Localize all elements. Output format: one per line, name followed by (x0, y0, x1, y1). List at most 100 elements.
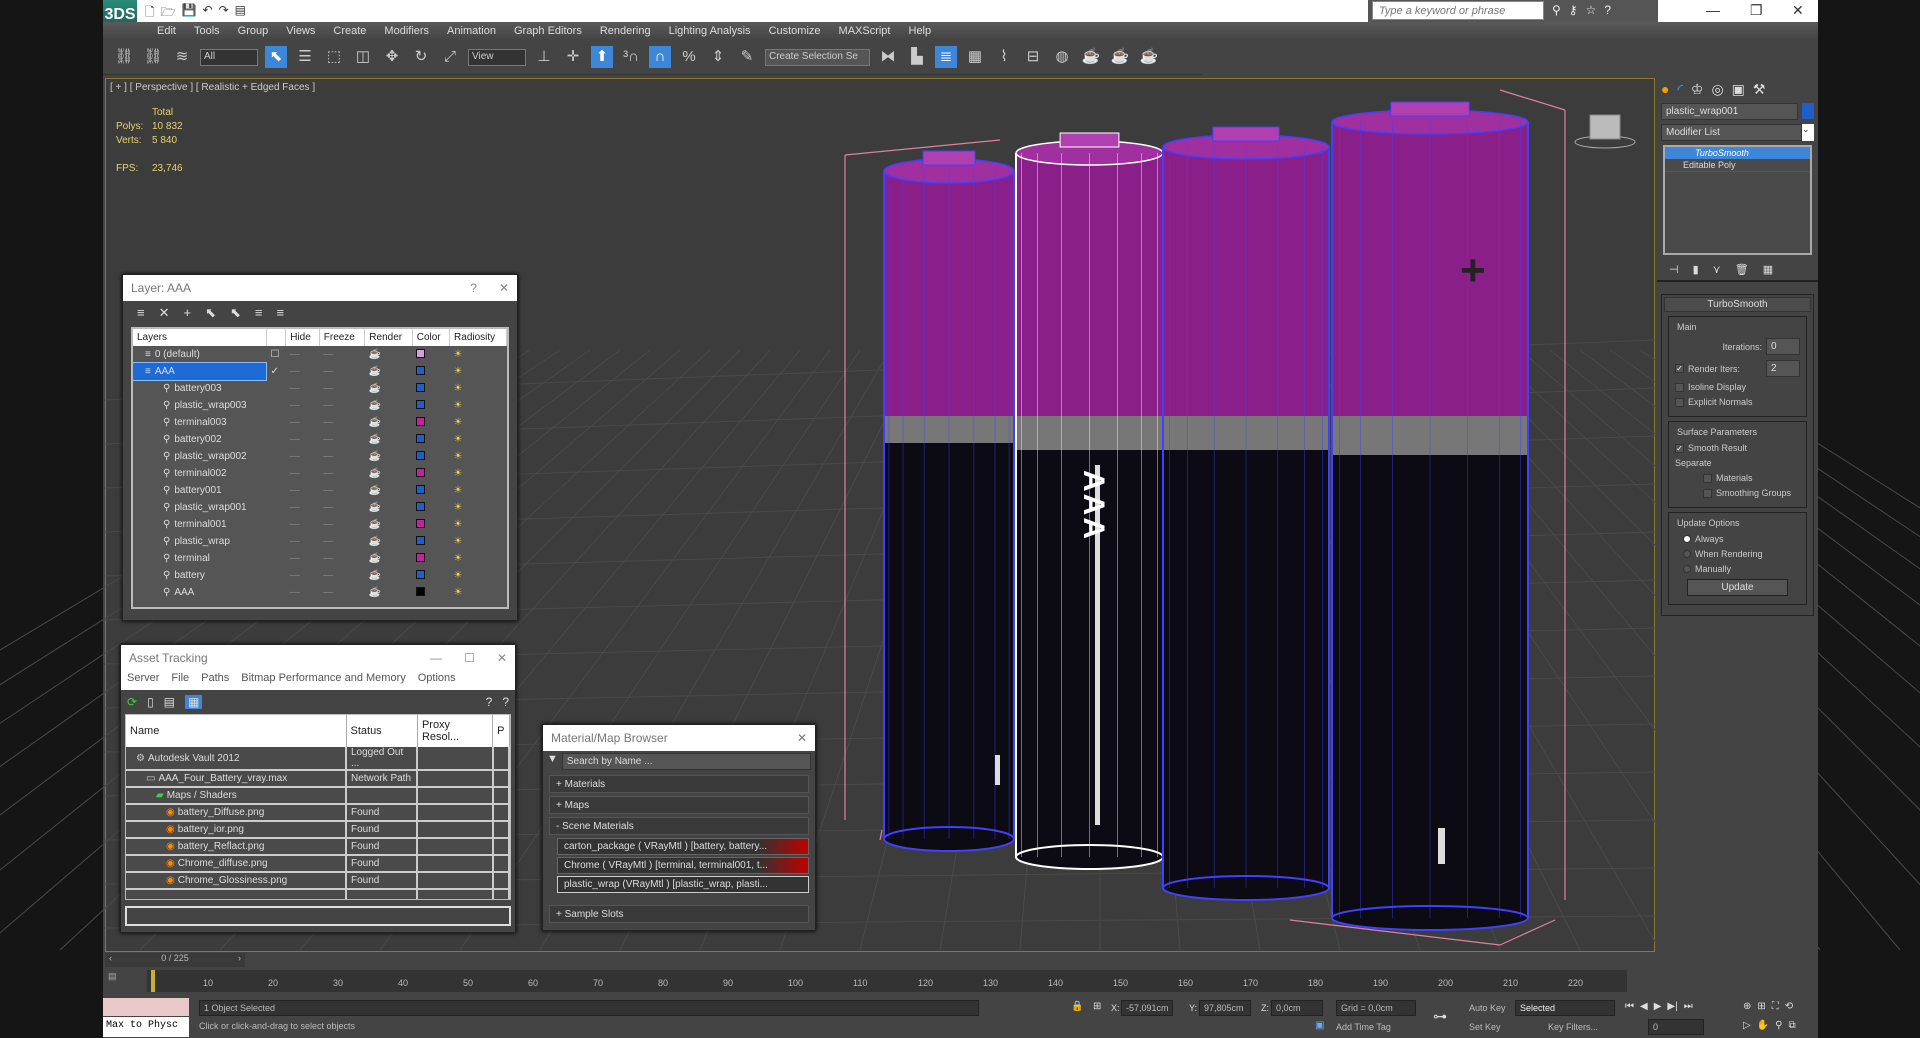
layer-color-cell[interactable] (412, 380, 449, 397)
layer-color-cell[interactable] (412, 567, 449, 584)
iterations-spinner[interactable]: 0 (1766, 338, 1800, 355)
layer-color-swatch[interactable] (416, 382, 426, 392)
layer-color-cell[interactable] (412, 482, 449, 499)
help-button[interactable]: ? (470, 281, 477, 295)
transform-mode-icon[interactable]: ⊞ (1093, 1001, 1101, 1012)
close-button[interactable]: ✕ (497, 651, 507, 665)
time-tag-icon[interactable]: ▣ (1315, 1020, 1324, 1031)
materials-checkbox[interactable] (1703, 473, 1712, 483)
update-button[interactable]: Update (1687, 579, 1788, 596)
asset-menu-item[interactable]: Paths (201, 672, 229, 688)
freeze-toggle[interactable]: — (319, 431, 365, 448)
column-header[interactable]: Hide (285, 329, 320, 346)
radiosity-icon[interactable]: ☀ (450, 533, 507, 550)
asset-path-field[interactable] (125, 906, 511, 926)
layer-dialog-titlebar[interactable]: Layer: AAA? ✕ (123, 275, 517, 301)
hide-toggle[interactable]: — (286, 482, 320, 499)
active-layer-cell[interactable] (266, 397, 285, 414)
render-teapot-icon[interactable]: ☕ (365, 363, 412, 380)
layer-color-swatch[interactable] (416, 586, 426, 596)
active-layer-cell[interactable] (266, 414, 285, 431)
radiosity-icon[interactable]: ☀ (450, 414, 507, 431)
freeze-toggle[interactable]: — (319, 567, 365, 584)
asset-row[interactable]: ◉ battery_Diffuse.png Found (126, 804, 510, 822)
layer-color-swatch[interactable] (416, 467, 426, 477)
radiosity-icon[interactable]: ☀ (450, 516, 507, 533)
help-icon-2[interactable]: ? (502, 695, 509, 709)
render-teapot-icon[interactable]: ☕ (365, 414, 412, 431)
freeze-toggle[interactable]: — (319, 499, 365, 516)
auto-key-button[interactable]: Auto Key (1469, 1003, 1506, 1013)
layer-color-cell[interactable] (412, 448, 449, 465)
active-layer-cell[interactable] (266, 584, 285, 601)
display-tab-icon[interactable]: ▣ (1732, 81, 1745, 98)
freeze-toggle[interactable]: — (319, 346, 365, 363)
layer-color-swatch[interactable] (416, 365, 426, 375)
radiosity-icon[interactable]: ☀ (450, 363, 507, 380)
modify-tab-icon[interactable]: ◜ (1677, 81, 1682, 98)
pin-stack-icon[interactable]: ⊣ (1669, 263, 1679, 276)
next-key-icon[interactable]: ▶| (1667, 1001, 1677, 1012)
prev-key-icon[interactable]: ◀ (1640, 1001, 1648, 1012)
layer-color-cell[interactable] (412, 346, 449, 363)
orbit-icon[interactable]: ⟲ (1785, 1001, 1793, 1012)
make-unique-icon[interactable]: ⋎ (1713, 263, 1721, 276)
radiosity-icon[interactable]: ☀ (450, 397, 507, 414)
modifier-list-dropdown[interactable]: Modifier List (1661, 124, 1802, 141)
layer-color-cell[interactable] (412, 397, 449, 414)
create-tab-icon[interactable]: ● (1661, 81, 1669, 98)
hide-toggle[interactable]: — (286, 448, 320, 465)
maps-section[interactable]: + Maps (549, 796, 809, 814)
hide-toggle[interactable]: — (286, 397, 320, 414)
layer-row[interactable]: ⚲ terminal001— — ☕ ☀ (133, 516, 507, 533)
layer-row[interactable]: ≡ 0 (default) ☐ — — ☕ ☀ (133, 346, 507, 363)
render-teapot-icon[interactable]: ☕ (365, 448, 412, 465)
freeze-toggle[interactable]: — (319, 550, 365, 567)
material-item[interactable]: carton_package ( VRayMtl ) [battery, bat… (557, 838, 809, 855)
layer-color-swatch[interactable] (416, 399, 426, 409)
curve-editor-toggle-icon[interactable]: ▤ (108, 971, 124, 989)
configure-sets-icon[interactable]: ▦ (1763, 263, 1773, 276)
active-layer-cell[interactable] (266, 465, 285, 482)
motion-tab-icon[interactable]: ◎ (1711, 81, 1723, 98)
lock-icon[interactable]: 🔒 (1071, 1001, 1083, 1012)
column-header[interactable]: Radiosity (449, 329, 507, 346)
smooth-result-checkbox[interactable]: ✓ (1675, 443, 1684, 453)
column-header[interactable]: Status (346, 715, 418, 747)
active-layer-cell[interactable] (266, 499, 285, 516)
column-header[interactable] (266, 329, 287, 346)
render-iters-checkbox[interactable]: ✓ (1675, 364, 1684, 373)
sample-slots-section[interactable]: + Sample Slots (549, 905, 809, 923)
layer-color-cell[interactable] (412, 431, 449, 448)
layer-color-swatch[interactable] (416, 569, 426, 579)
help-icon[interactable]: ? (486, 695, 493, 709)
delete-layer-icon[interactable]: ✕ (159, 305, 170, 321)
layer-row[interactable]: ⚲ plastic_wrap003— — ☕ ☀ (133, 397, 507, 414)
key-filters-button[interactable]: Key Filters... (1548, 1022, 1598, 1032)
isoline-checkbox[interactable] (1675, 382, 1684, 392)
render-teapot-icon[interactable]: ☕ (365, 584, 412, 601)
layer-row[interactable]: ⚲ plastic_wrap001— — ☕ ☀ (133, 499, 507, 516)
modifier-turbosmooth[interactable]: TurboSmooth (1665, 147, 1810, 159)
active-layer-cell[interactable] (266, 448, 285, 465)
zoom-all-icon[interactable]: ⊞ (1757, 1001, 1765, 1012)
maxscript-mini-listener[interactable]: Max to Physc (103, 1017, 189, 1037)
radiosity-icon[interactable]: ☀ (450, 380, 507, 397)
checkout-icon[interactable]: ▯ (147, 695, 154, 709)
layer-color-cell[interactable] (412, 516, 449, 533)
layer-row[interactable]: ⚲ terminal003— — ☕ ☀ (133, 414, 507, 431)
material-search-input[interactable]: Search by Name ... (561, 753, 811, 770)
layer-row[interactable]: ⚲ AAA — — ☕ ☀ (133, 584, 507, 601)
smoothing-groups-checkbox[interactable] (1703, 488, 1712, 498)
pan-icon[interactable]: ✋ (1757, 1020, 1769, 1031)
hide-toggle[interactable]: — (286, 499, 320, 516)
render-teapot-icon[interactable]: ☕ (365, 397, 412, 414)
asset-row[interactable]: ◉ Chrome_Glossiness.png Found (126, 872, 510, 890)
utilities-tab-icon[interactable]: ⚒ (1753, 81, 1766, 98)
freeze-toggle[interactable]: — (319, 482, 365, 499)
freeze-toggle[interactable]: — (319, 363, 365, 380)
freeze-toggle[interactable]: — (319, 584, 365, 601)
go-to-start-icon[interactable]: ⏮ (1625, 1001, 1634, 1012)
zoom-extents-icon[interactable]: ⛶ (1772, 1001, 1779, 1012)
layer-color-cell[interactable] (412, 533, 449, 550)
